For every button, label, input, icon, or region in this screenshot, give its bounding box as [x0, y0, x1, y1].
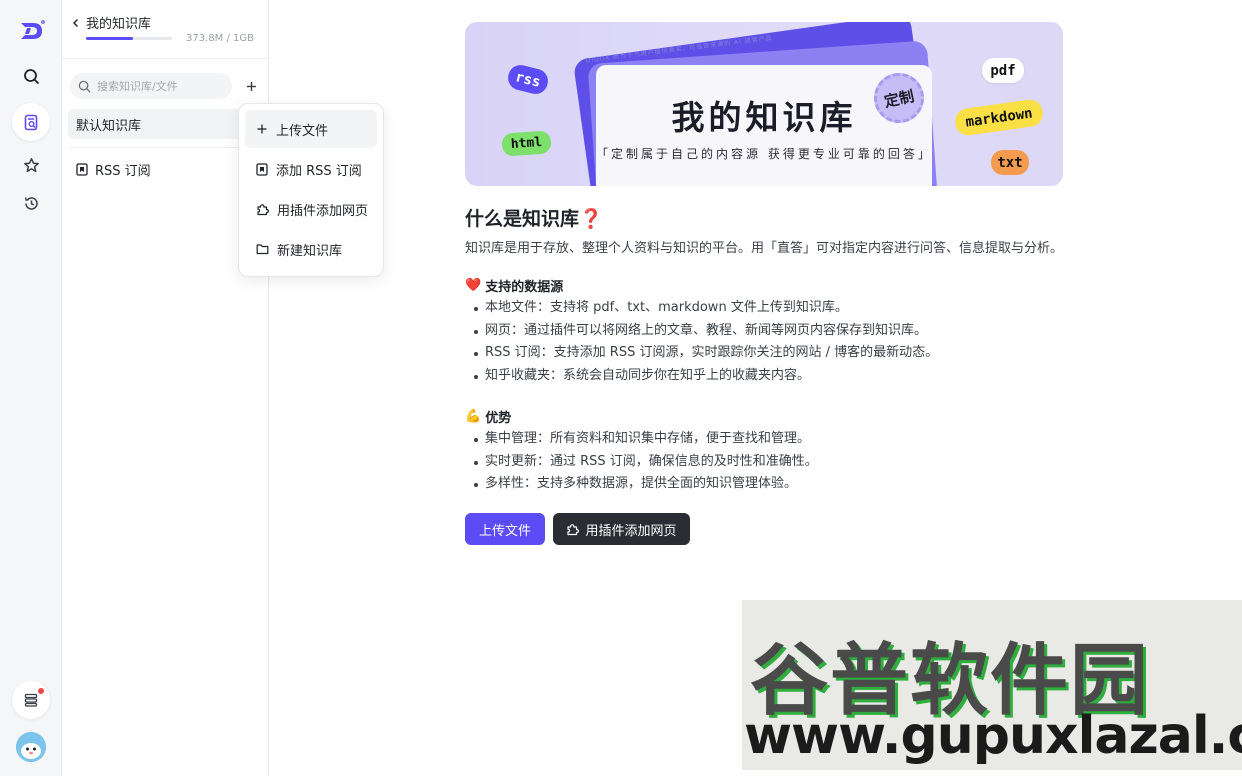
- heart-emoji: ❤️: [465, 278, 482, 293]
- plugin-button-label: 用插件添加网页: [585, 522, 677, 538]
- star-icon: [23, 157, 39, 172]
- page-heading: 什么是知识库❓: [465, 204, 603, 231]
- tag-txt: txt: [991, 150, 1029, 175]
- folder-icon: [256, 244, 269, 255]
- search-rail-button[interactable]: [12, 57, 50, 95]
- app-logo[interactable]: [18, 18, 46, 44]
- rss-bookmark-icon: [76, 163, 88, 176]
- puzzle-icon: [567, 523, 580, 535]
- list-item: 知乎收藏夹：系统会自动同步你在知乎上的收藏夹内容。: [474, 365, 938, 388]
- upload-file-button[interactable]: 上传文件: [465, 513, 545, 545]
- plus-icon: [246, 81, 256, 91]
- section-title: 优势: [485, 411, 512, 426]
- history-icon: [24, 196, 38, 210]
- favorites-rail-button[interactable]: [12, 146, 50, 184]
- tag-html: html: [501, 130, 552, 157]
- puzzle-icon: [257, 203, 269, 215]
- sources-list: 本地文件：支持将 pdf、txt、markdown 文件上传到知识库。 网页：通…: [474, 297, 938, 387]
- knowledge-base-icon: [24, 114, 37, 130]
- search-box[interactable]: [70, 73, 232, 99]
- advantages-list: 集中管理：所有资料和知识集中存储，便于查找和管理。 实时更新：通过 RSS 订阅…: [474, 428, 818, 496]
- knowledge-rail-button[interactable]: [12, 103, 50, 141]
- back-button[interactable]: 我的知识库: [72, 13, 151, 32]
- list-item: 网页：通过插件可以将网络上的文章、教程、新闻等网页内容保存到知识库。: [474, 320, 938, 343]
- list-item: 本地文件：支持将 pdf、txt、markdown 文件上传到知识库。: [474, 297, 938, 320]
- layers-rail-button[interactable]: [12, 681, 50, 719]
- knowledge-item-default[interactable]: 默认知识库: [68, 109, 263, 139]
- icon-rail: [0, 0, 62, 776]
- storage-usage-text: 373.8M / 1GB: [186, 33, 254, 44]
- banner-subtitle: 「定制属于自己的内容源 获得更专业可靠的回答」: [596, 147, 933, 161]
- knowledge-item-label: 默认知识库: [76, 118, 142, 134]
- list-item: 实时更新：通过 RSS 订阅，确保信息的及时性和准确性。: [474, 451, 818, 474]
- divider: [70, 147, 260, 148]
- search-icon: [23, 68, 39, 84]
- watermark-url: www.gupuxlazal.com: [744, 706, 1242, 766]
- search-icon: [78, 80, 91, 92]
- app-window: 我的知识库 373.8M / 1GB 默认知识库 RSS 订阅 上传文件 添加 …: [0, 0, 1242, 776]
- rss-subscription-item[interactable]: RSS 订阅: [76, 160, 151, 179]
- history-rail-button[interactable]: [12, 184, 50, 222]
- heading-text: 什么是知识库: [465, 208, 580, 230]
- notification-dot: [38, 688, 44, 694]
- list-item: 集中管理：所有资料和知识集中存储，便于查找和管理。: [474, 428, 818, 451]
- tag-markdown: markdown: [953, 98, 1045, 137]
- section-heading-advantages: 💪 优势: [465, 407, 511, 426]
- search-input[interactable]: [97, 79, 227, 93]
- tag-rss: rss: [505, 62, 551, 97]
- list-item: 多样性：支持多种数据源，提供全面的知识管理体验。: [474, 473, 818, 496]
- intro-paragraph: 知识库是用于存放、整理个人资料与知识的平台。用「直答」可对指定内容进行问答、信息…: [465, 241, 1064, 256]
- layers-icon: [24, 693, 38, 707]
- logo-icon: [21, 20, 45, 39]
- panel-title: 我的知识库: [86, 17, 152, 32]
- list-item: RSS 订阅：支持添加 RSS 订阅源，实时跟踪你关注的网站 / 博客的最新动态…: [474, 342, 938, 365]
- rss-bookmark-icon: [256, 162, 268, 176]
- chevron-left-icon: [73, 18, 78, 27]
- avatar-icon: [16, 732, 46, 762]
- section-heading-sources: ❤️ 支持的数据源: [465, 276, 563, 295]
- seal-label: 定制: [882, 86, 916, 111]
- plugin-add-webpage-button[interactable]: 用插件添加网页: [553, 513, 690, 545]
- tag-pdf: pdf: [982, 58, 1024, 83]
- avatar[interactable]: [16, 732, 46, 762]
- plus-icon: [257, 124, 267, 134]
- rss-subscription-label: RSS 订阅: [95, 164, 151, 179]
- storage-usage-bar: [86, 37, 172, 40]
- add-knowledge-button[interactable]: [239, 74, 263, 98]
- watermark-overlay: 谷普软件园 www.gupuxlazal.com: [742, 600, 1242, 770]
- section-title: 支持的数据源: [485, 280, 564, 295]
- knowledge-banner: DIGUA 助力于为用户提供真实、可追踪来源的 AI 搜索产品 我的知识库 「定…: [465, 22, 1063, 186]
- muscle-emoji: 💪: [465, 409, 482, 424]
- divider: [62, 58, 268, 59]
- storage-usage-fill: [86, 37, 134, 40]
- question-emoji: ❓: [579, 208, 603, 230]
